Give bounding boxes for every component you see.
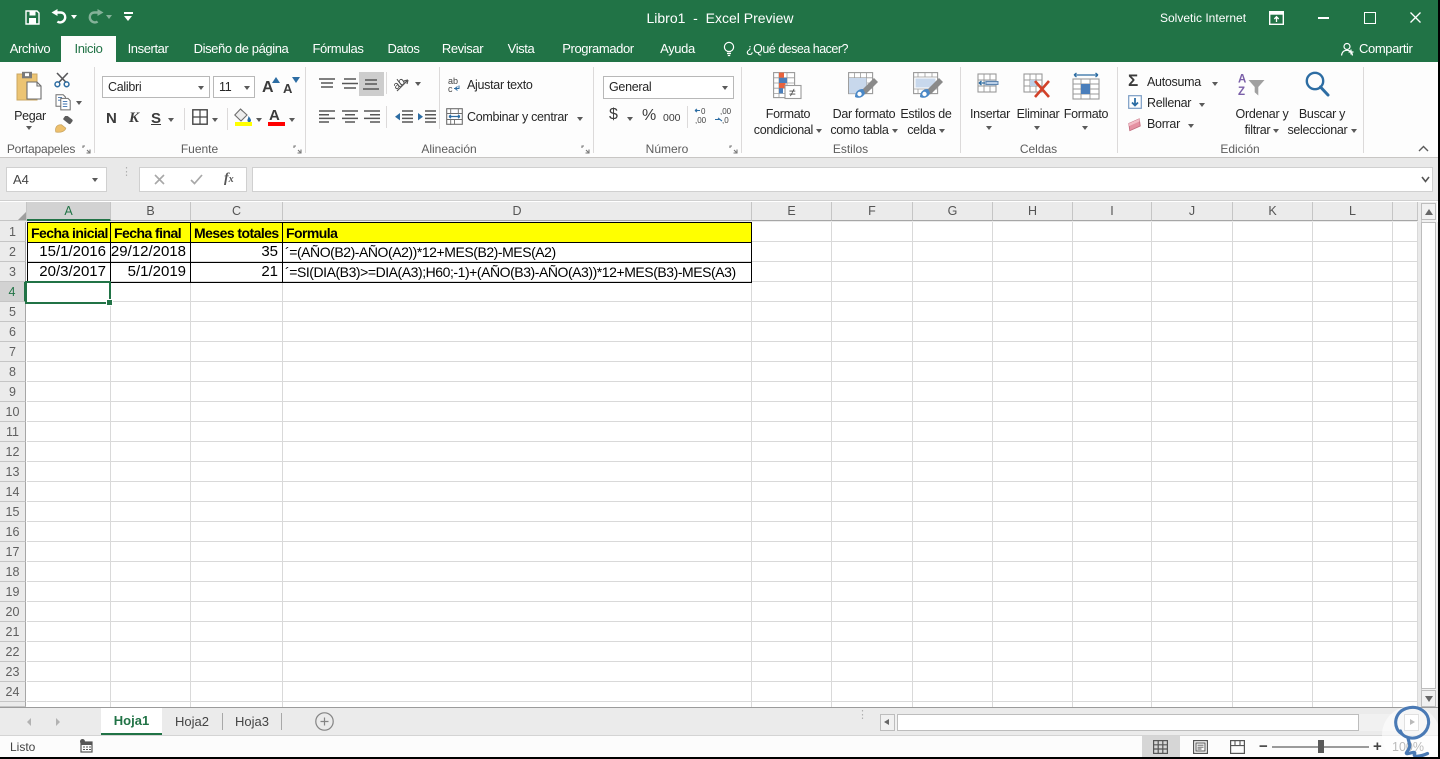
svg-text:≠: ≠ [789, 86, 796, 100]
svg-text:,00: ,00 [695, 116, 707, 124]
svg-text:A: A [1238, 74, 1246, 86]
svg-text:,00: ,00 [720, 107, 731, 116]
svg-text:c: c [448, 84, 453, 92]
svg-text:Z: Z [1238, 86, 1245, 98]
svg-text:0: 0 [701, 107, 706, 116]
svg-text:ab: ab [394, 76, 408, 92]
svg-text:,0: ,0 [722, 116, 729, 124]
